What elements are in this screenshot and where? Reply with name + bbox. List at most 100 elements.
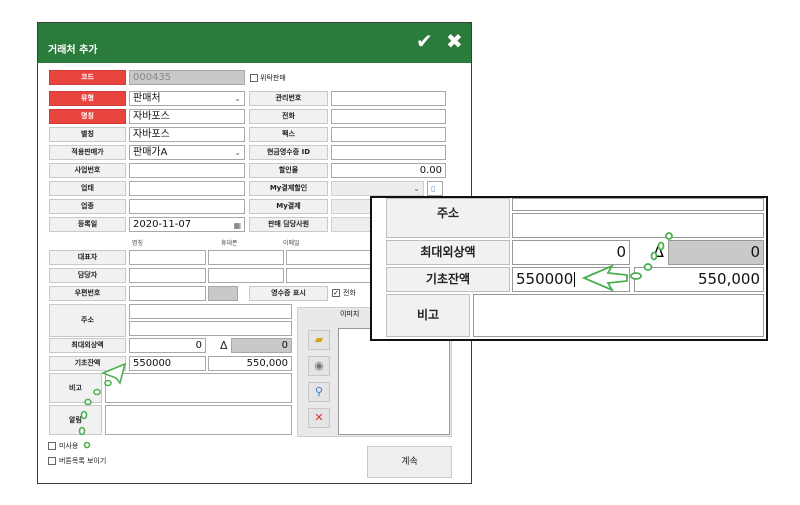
- discount-rate-field[interactable]: 0.00: [331, 163, 446, 178]
- max-credit-computed: 0: [231, 338, 292, 353]
- zoom-callout: 주소 최대외상액 0 Δ 0 기초잔액 550000 550,000 비고: [370, 196, 768, 341]
- address-line1-field[interactable]: [129, 304, 292, 319]
- window-title: 거래처 추가: [48, 45, 98, 56]
- biz-type-field[interactable]: [129, 181, 245, 196]
- zoom-max-credit-computed: 0: [668, 240, 764, 265]
- name-field[interactable]: 자바포스: [129, 109, 245, 124]
- show-buttons-label: 버튼목록 보이기: [59, 457, 107, 465]
- col-header-name: 명칭: [132, 240, 144, 247]
- phone-field[interactable]: [331, 109, 446, 124]
- zoom-address-label: 주소: [386, 198, 510, 238]
- phone-label: 전화: [249, 109, 328, 124]
- sales-rep-label: 판매 담당사원: [249, 217, 328, 232]
- close-x-icon[interactable]: ✖: [446, 30, 463, 52]
- type-select[interactable]: 판매처 ⌄: [129, 91, 245, 106]
- cash-receipt-id-label: 현금영수증 ID: [249, 145, 328, 160]
- cash-receipt-id-field[interactable]: [331, 145, 446, 160]
- max-credit-field[interactable]: 0: [129, 338, 206, 353]
- save-disk-icon[interactable]: ◉: [308, 356, 330, 376]
- image-preview[interactable]: [338, 328, 450, 435]
- zip-field[interactable]: [129, 286, 206, 301]
- memo-label: 비고: [49, 373, 102, 403]
- zoom-memo-label: 비고: [386, 294, 470, 337]
- zoom-address-line1[interactable]: [512, 198, 764, 211]
- chevron-down-icon: ⌄: [234, 148, 241, 157]
- zoom-memo-field[interactable]: [473, 294, 764, 337]
- opening-balance-label: 기초잔액: [49, 356, 126, 371]
- opening-balance-computed: 550,000: [208, 356, 292, 371]
- zoom-opening-value: 550000: [516, 270, 574, 288]
- reg-date-label: 등록일: [49, 217, 126, 232]
- discount-rate-label: 할인율: [249, 163, 328, 178]
- title-bar: 거래처 추가 ✔ ✖: [38, 23, 471, 63]
- address-label: 주소: [49, 304, 126, 337]
- biz-type-label: 업태: [49, 181, 126, 196]
- max-credit-label: 최대외상액: [49, 338, 126, 353]
- zip-search-button[interactable]: [208, 286, 238, 301]
- ceo-email-field[interactable]: [286, 250, 371, 265]
- address-line2-field[interactable]: [129, 321, 292, 336]
- name-label: 명칭: [49, 109, 126, 124]
- my-pay-label: My결제: [249, 199, 328, 214]
- price-tier-select[interactable]: 판매가A ⌄: [129, 145, 245, 160]
- delete-x-icon[interactable]: ✕: [308, 408, 330, 428]
- fax-field[interactable]: [331, 127, 446, 142]
- receipt-phone-label: 전화: [343, 289, 356, 297]
- folder-open-icon[interactable]: ▰: [308, 330, 330, 350]
- alarm-field[interactable]: [105, 405, 292, 435]
- alarm-label: 알림: [49, 405, 102, 435]
- zoom-max-credit-label: 최대외상액: [386, 240, 510, 265]
- reg-date-field[interactable]: 2020-11-07 ▦: [129, 217, 245, 232]
- manager-mobile-field[interactable]: [208, 268, 284, 283]
- manager-email-field[interactable]: [286, 268, 371, 283]
- biz-no-field[interactable]: [129, 163, 245, 178]
- biz-item-label: 업종: [49, 199, 126, 214]
- consign-sale-checkbox[interactable]: [250, 74, 258, 82]
- memo-field[interactable]: [105, 373, 292, 403]
- unused-checkbox[interactable]: [48, 442, 56, 450]
- zoom-opening-label: 기초잔액: [386, 267, 510, 292]
- zoom-delta-symbol: Δ: [653, 242, 664, 261]
- delta-symbol: Δ: [220, 339, 228, 352]
- reg-date-value: 2020-11-07: [133, 219, 192, 230]
- alias-field[interactable]: 자바포스: [129, 127, 245, 142]
- manager-label: 담당자: [49, 268, 126, 283]
- biz-item-field[interactable]: [129, 199, 245, 214]
- fax-label: 팩스: [249, 127, 328, 142]
- chevron-down-icon: ⌄: [413, 184, 420, 193]
- chevron-down-icon: ⌄: [234, 94, 241, 103]
- my-pay-discount-label: My결제할인: [249, 181, 328, 196]
- opening-balance-field[interactable]: 550000: [129, 356, 206, 371]
- manager-name-field[interactable]: [129, 268, 206, 283]
- ceo-mobile-field[interactable]: [208, 250, 284, 265]
- biz-no-label: 사업번호: [49, 163, 126, 178]
- receipt-phone-checkbox[interactable]: ✓: [332, 289, 340, 297]
- alias-label: 별칭: [49, 127, 126, 142]
- sales-rep-field[interactable]: [331, 217, 371, 232]
- type-value: 판매처: [133, 93, 161, 104]
- col-header-email: 이메일: [283, 240, 300, 247]
- check-icon[interactable]: ✔: [416, 30, 433, 52]
- consign-sale-label: 위탁판매: [260, 74, 286, 82]
- my-pay-field[interactable]: [331, 199, 371, 214]
- code-field[interactable]: 000435: [129, 70, 245, 85]
- zoom-opening-field[interactable]: 550000: [512, 267, 630, 292]
- col-header-mobile: 휴대폰: [221, 240, 238, 247]
- manage-no-field[interactable]: [331, 91, 446, 106]
- type-label: 유형: [49, 91, 126, 106]
- zip-label: 우편번호: [49, 286, 126, 301]
- calendar-icon[interactable]: ▦: [233, 219, 241, 231]
- receipt-show-label: 영수증 표시: [249, 286, 328, 301]
- magnifier-icon[interactable]: ⚲: [308, 382, 330, 402]
- manage-no-label: 관리번호: [249, 91, 328, 106]
- code-label: 코드: [49, 70, 126, 85]
- text-caret: [574, 272, 576, 287]
- zoom-max-credit-field[interactable]: 0: [512, 240, 630, 265]
- ceo-name-field[interactable]: [129, 250, 206, 265]
- my-pay-discount-select[interactable]: ⌄: [331, 181, 424, 196]
- zoom-opening-computed: 550,000: [634, 267, 764, 292]
- show-buttons-checkbox[interactable]: [48, 457, 56, 465]
- zoom-address-line2[interactable]: [512, 213, 764, 238]
- document-icon[interactable]: ▯: [427, 181, 443, 196]
- continue-button[interactable]: 계속: [367, 446, 452, 478]
